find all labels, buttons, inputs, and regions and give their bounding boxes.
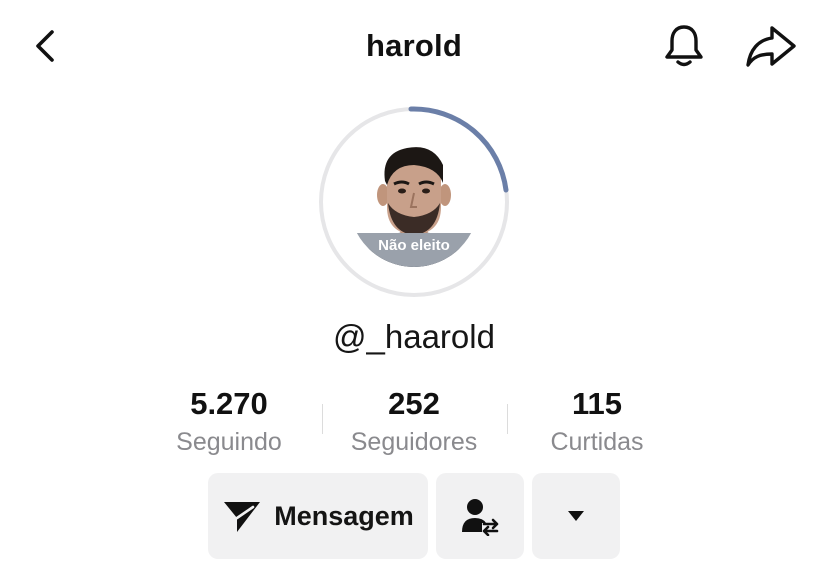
avatar[interactable]: Não eleito [318, 106, 510, 298]
profile-page: harold Não eleito @_haarold 5.270 Seguin… [0, 0, 828, 571]
stat-value: 252 [388, 386, 440, 421]
share-button[interactable] [744, 22, 798, 70]
stat-label: Seguidores [350, 428, 478, 456]
username-handle: @_haarold [333, 318, 495, 355]
stat-label: Seguindo [176, 428, 282, 456]
status-badge: Não eleito [349, 233, 479, 267]
stat-value: 5.270 [190, 386, 268, 421]
share-arrow-icon [746, 26, 796, 67]
stat-likes[interactable]: 115 Curtidas [507, 386, 687, 457]
stat-following[interactable]: 5.270 Seguindo [139, 386, 319, 457]
caret-down-icon [568, 511, 584, 521]
bell-icon [665, 25, 703, 67]
message-button[interactable]: Mensagem [208, 473, 428, 559]
stat-value: 115 [571, 386, 622, 421]
notification-button[interactable] [660, 22, 708, 70]
stat-followers[interactable]: 252 Seguidores [324, 386, 504, 457]
follow-options-button[interactable] [436, 473, 524, 559]
send-icon [224, 502, 261, 532]
more-options-button[interactable] [532, 473, 620, 559]
user-swap-icon [462, 499, 499, 536]
avatar-photo: Não eleito [349, 137, 479, 267]
stat-divider [322, 404, 323, 434]
message-button-label: Mensagem [274, 500, 414, 531]
stat-label: Curtidas [550, 428, 644, 456]
